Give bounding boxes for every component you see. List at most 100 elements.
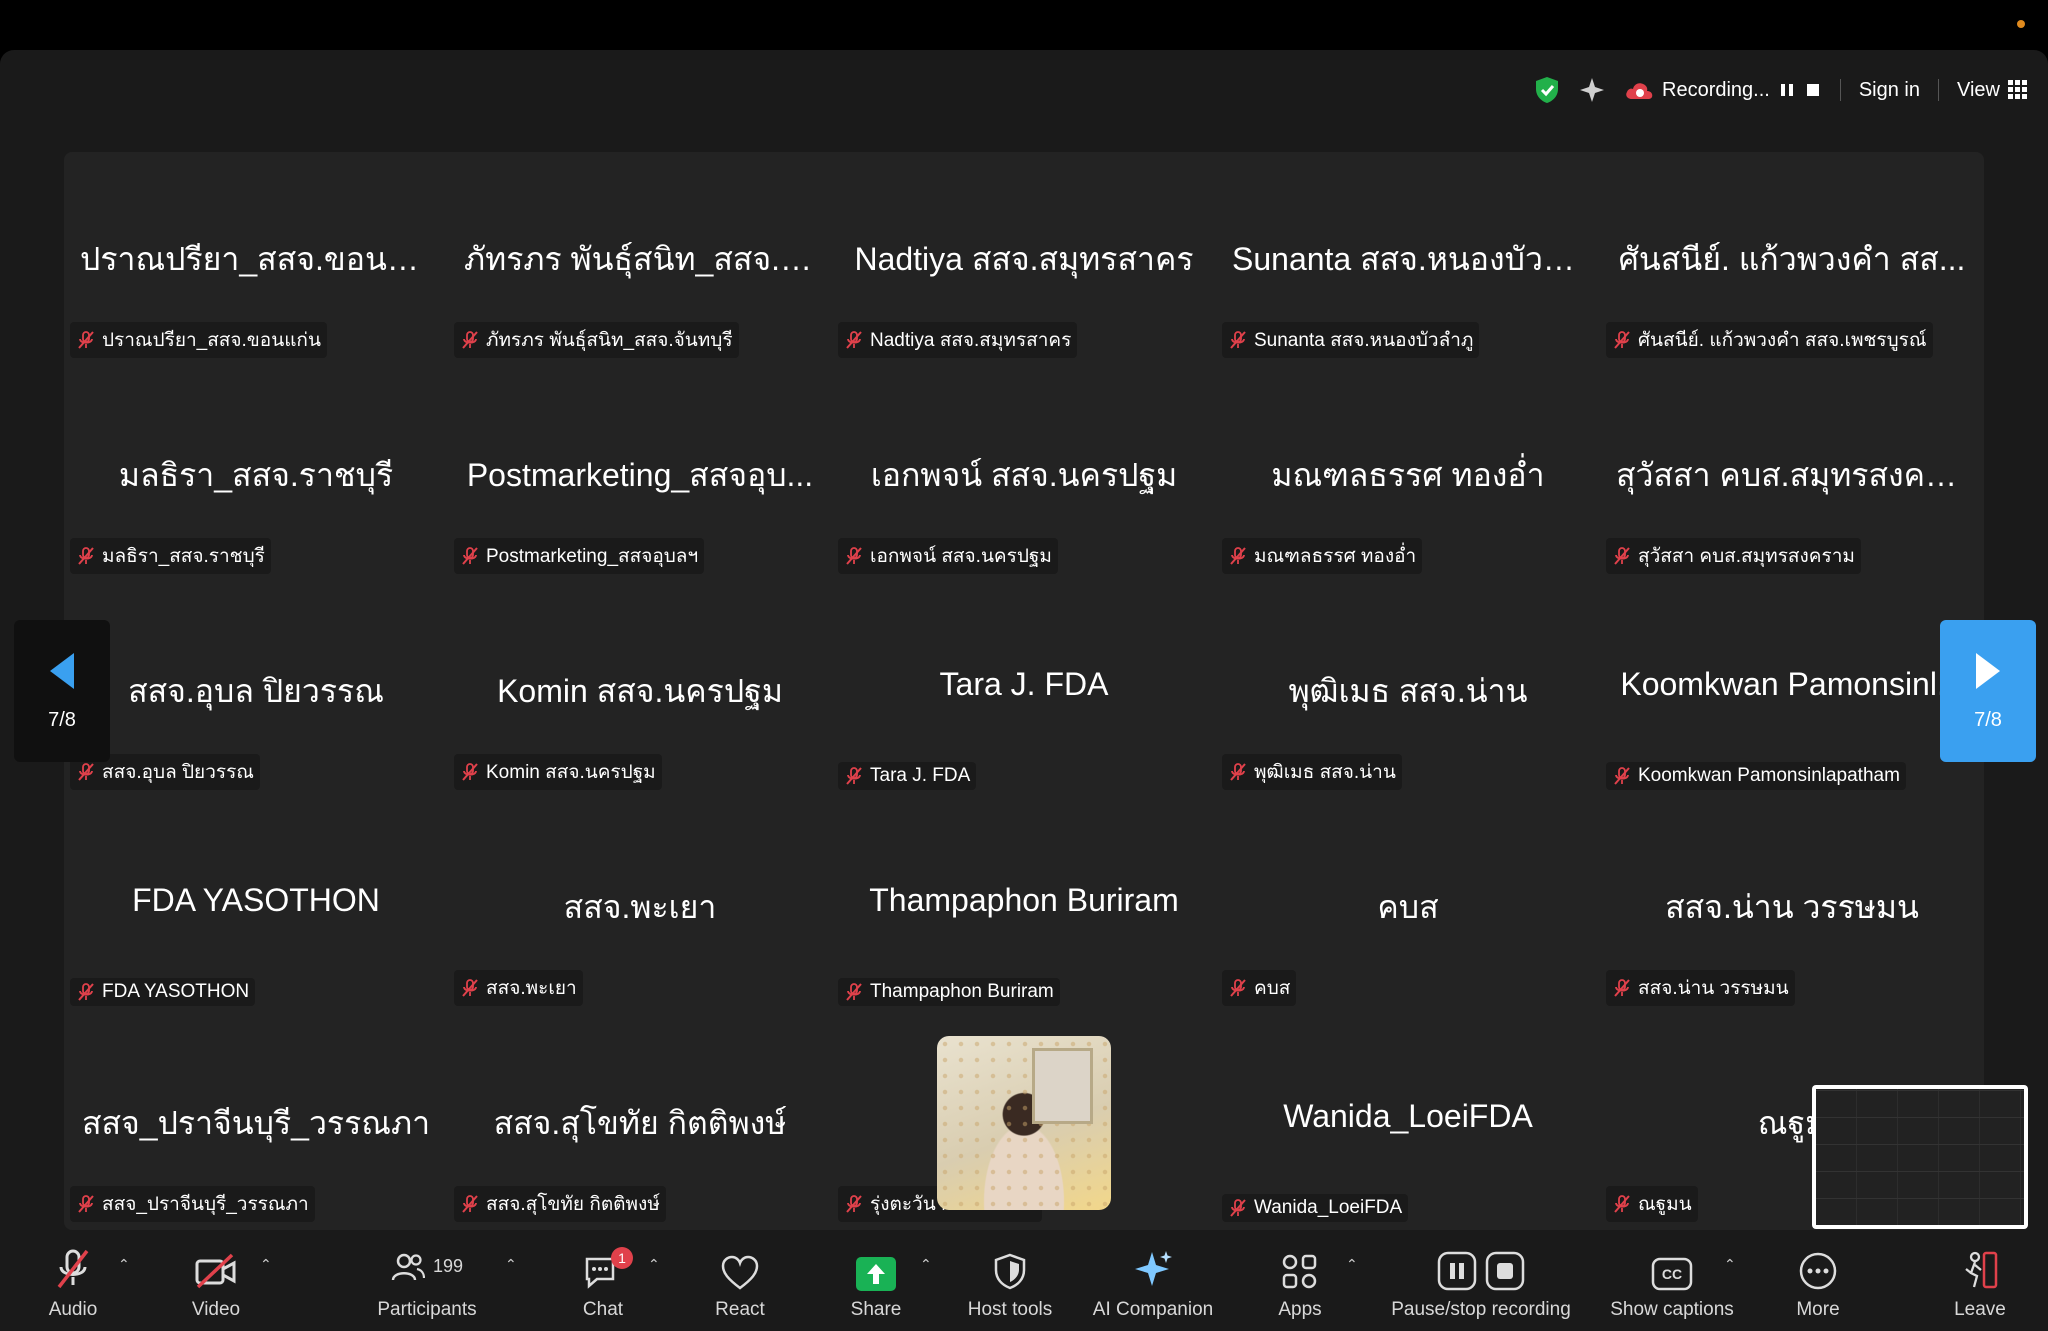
- participant-name-label: Komin สสจ.นครปฐม: [454, 754, 662, 790]
- participant-display-name: สสจ.สุโขทัย กิตติพงษ์: [493, 1105, 787, 1141]
- participant-name-label: Wanida_LoeiFDA: [1222, 1194, 1409, 1222]
- participant-name-text: พุฒิเมธ สสจ.น่าน: [1254, 762, 1396, 783]
- participants-options-caret[interactable]: ⌃: [505, 1256, 517, 1273]
- mic-muted-icon: [78, 1195, 94, 1213]
- ai-companion-button[interactable]: AI Companion: [1088, 1232, 1218, 1331]
- participant-tile[interactable]: สสจ.สุโขทัย กิตติพงษ์สสจ.สุโขทัย กิตติพง…: [448, 1016, 832, 1230]
- participant-name-label: ปราณปรียา_สสจ.ขอนแก่น: [70, 322, 327, 358]
- video-button[interactable]: Video: [186, 1232, 246, 1331]
- participant-tile[interactable]: คบส คบส: [1216, 800, 1600, 1016]
- mic-muted-icon: [846, 1195, 862, 1213]
- participant-name-label: Sunanta สสจ.หนองบัวลำภู: [1222, 322, 1480, 358]
- apps-options-caret[interactable]: ⌃: [1346, 1256, 1358, 1273]
- audio-button[interactable]: Audio: [40, 1232, 106, 1331]
- pause-icon[interactable]: [1778, 81, 1796, 99]
- mic-muted-icon: [57, 1249, 89, 1288]
- participant-tile[interactable]: สุวัสสา คบส.สมุทรสงคร... สุวัสสา คบส.สมุท…: [1600, 368, 1984, 584]
- participants-button[interactable]: 199 Participants: [370, 1232, 484, 1331]
- pause-stop-recording-button[interactable]: Pause/stop recording: [1384, 1232, 1578, 1331]
- participant-tile[interactable]: Nadtiya สสจ.สมุทรสาคร Nadtiya สสจ.สมุทรสา…: [832, 152, 1216, 368]
- participant-display-name: มลธิรา_สสจ.ราชบุรี: [118, 457, 394, 493]
- participants-label: Participants: [377, 1298, 477, 1320]
- participant-tile[interactable]: Thampaphon Buriram Thampaphon Buriram: [832, 800, 1216, 1016]
- participant-display-name: Thampaphon Buriram: [869, 882, 1179, 918]
- participant-tile[interactable]: FDA YASOTHON FDA YASOTHON: [64, 800, 448, 1016]
- participant-name-text: ปราณปรียา_สสจ.ขอนแก่น: [102, 330, 321, 351]
- participant-name-text: สุวัสสา คบส.สมุทรสงคราม: [1638, 546, 1855, 567]
- audio-options-caret[interactable]: ⌃: [118, 1256, 130, 1273]
- recording-label: Recording...: [1662, 78, 1770, 101]
- chat-options-caret[interactable]: ⌃: [648, 1256, 660, 1273]
- participant-tile[interactable]: Wanida_LoeiFDA Wanida_LoeiFDA: [1216, 1016, 1600, 1230]
- participant-tile[interactable]: Koomkwan Pamonsinl... Koomkwan Pamonsinla…: [1600, 584, 1984, 800]
- captions-options-caret[interactable]: ⌃: [1724, 1256, 1736, 1273]
- participant-tile[interactable]: สสจ.พะเยา สสจ.พะเยา: [448, 800, 832, 1016]
- participant-display-name: ศันสนีย์. แก้วพวงคำ สส...: [1618, 241, 1966, 277]
- participant-name-text: สสจ.อุบล ปิยวรรณ: [102, 762, 254, 783]
- shared-screen-minimap[interactable]: [1812, 1085, 2028, 1229]
- next-page-button[interactable]: 7/8: [1940, 620, 2036, 762]
- prev-page-button[interactable]: 7/8: [14, 620, 110, 762]
- mic-muted-icon: [462, 763, 478, 781]
- topbar-divider: [1938, 79, 1939, 101]
- participant-tile[interactable]: สสจ_ปราจีนบุรี_วรรณภา สสจ_ปราจีนบุรี_วรรณ…: [64, 1016, 448, 1230]
- leave-button[interactable]: Leave: [1950, 1232, 2010, 1331]
- chat-badge: 1: [611, 1246, 633, 1269]
- mic-muted-icon: [78, 983, 94, 1001]
- captions-label: Show captions: [1610, 1298, 1734, 1320]
- share-screen-icon: [856, 1256, 896, 1291]
- participant-display-name: พุฒิเมธ สสจ.น่าน: [1288, 673, 1528, 709]
- security-shield[interactable]: [1534, 76, 1560, 104]
- participant-name-text: Nadtiya สสจ.สมุทรสาคร: [870, 330, 1072, 351]
- share-label: Share: [850, 1298, 902, 1320]
- arrow-right-icon: [1976, 652, 2000, 689]
- stop-icon[interactable]: [1804, 81, 1822, 99]
- mic-muted-icon: [78, 547, 94, 565]
- mic-muted-icon: [846, 547, 862, 565]
- share-button[interactable]: Share: [846, 1232, 906, 1331]
- participant-tile[interactable]: สสจ.อุบล ปิยวรรณ สสจ.อุบล ปิยวรรณ: [64, 584, 448, 800]
- participant-tile[interactable]: Komin สสจ.นครปฐม Komin สสจ.นครปฐม: [448, 584, 832, 800]
- apps-button[interactable]: Apps: [1274, 1232, 1326, 1331]
- participant-tile[interactable]: พุฒิเมธ สสจ.น่าน พุฒิเมธ สสจ.น่าน: [1216, 584, 1600, 800]
- participant-tile[interactable]: ศันสนีย์. แก้วพวงคำ สส... ศันสนีย์. แก้วพ…: [1600, 152, 1984, 368]
- host-tools-label: Host tools: [967, 1298, 1053, 1320]
- recording-indicator[interactable]: Recording...: [1624, 79, 1822, 102]
- participant-name-text: มลธิรา_สสจ.ราชบุรี: [102, 546, 265, 567]
- participant-name-text: Sunanta สสจ.หนองบัวลำภู: [1254, 330, 1474, 351]
- participant-tile[interactable]: Tara J. FDA Tara J. FDA: [832, 584, 1216, 800]
- shield-icon: [994, 1253, 1026, 1289]
- closed-captions-icon: CC: [1651, 1257, 1693, 1290]
- participant-tile[interactable]: มลธิรา_สสจ.ราชบุรี มลธิรา_สสจ.ราชบุรี: [64, 368, 448, 584]
- participant-tile[interactable]: เอกพจน์ สสจ.นครปฐม เอกพจน์ สสจ.นครปฐม: [832, 368, 1216, 584]
- participant-display-name: มณฑลธรรศ ทองอ่ำ: [1271, 457, 1545, 493]
- participant-tile[interactable]: ภัทรภร พันธุ์สนิท_สสจ.จั... ภัทรภร พันธุ์…: [448, 152, 832, 368]
- participant-tile[interactable]: ปราณปรียา_สสจ.ขอนแ... ปราณปรียา_สสจ.ขอนแก…: [64, 152, 448, 368]
- view-button[interactable]: View: [1957, 79, 2028, 102]
- host-tools-button[interactable]: Host tools: [960, 1232, 1060, 1331]
- mic-muted-icon: [78, 763, 94, 781]
- ai-sparkle-button[interactable]: [1578, 76, 1606, 104]
- signin-button[interactable]: Sign in: [1859, 79, 1920, 102]
- participant-display-name: ภัทรภร พันธุ์สนิท_สสจ.จั...: [464, 241, 826, 277]
- participant-tile[interactable]: มณฑลธรรศ ทองอ่ำ มณฑลธรรศ ทองอ่ำ: [1216, 368, 1600, 584]
- participant-display-name: สุวัสสา คบส.สมุทรสงคร...: [1616, 457, 1969, 493]
- participant-display-name: เอกพจน์ สสจ.นครปฐม: [870, 457, 1178, 493]
- mic-muted-icon: [1230, 547, 1246, 565]
- participant-name-label: มณฑลธรรศ ทองอ่ำ: [1222, 538, 1423, 574]
- meeting-topbar: Recording... Sign in View: [1534, 70, 2028, 110]
- video-options-caret[interactable]: ⌃: [260, 1256, 272, 1273]
- participant-name-text: FDA YASOTHON: [102, 981, 250, 1002]
- chat-button[interactable]: 1 Chat: [578, 1232, 633, 1331]
- participant-tile[interactable]: Sunanta สสจ.หนองบัวล... Sunanta สสจ.หนองบ…: [1216, 152, 1600, 368]
- more-button[interactable]: More: [1790, 1232, 1846, 1331]
- participant-tile[interactable]: Postmarketing_สสจอุบ... Postmarketing_สสจ…: [448, 368, 832, 584]
- participant-tile[interactable]: สสจ.น่าน วรรษมน สสจ.น่าน วรรษมน: [1600, 800, 1984, 1016]
- mic-muted-icon: [1230, 763, 1246, 781]
- participant-display-name: Postmarketing_สสจอุบ...: [466, 457, 814, 493]
- share-options-caret[interactable]: ⌃: [920, 1256, 932, 1273]
- captions-button[interactable]: CC Show captions: [1604, 1232, 1740, 1331]
- react-button[interactable]: React: [710, 1232, 770, 1331]
- pause-recording-icon: [1437, 1251, 1477, 1290]
- participant-name-label: สสจ.สุโขทัย กิตติพงษ์: [454, 1186, 666, 1222]
